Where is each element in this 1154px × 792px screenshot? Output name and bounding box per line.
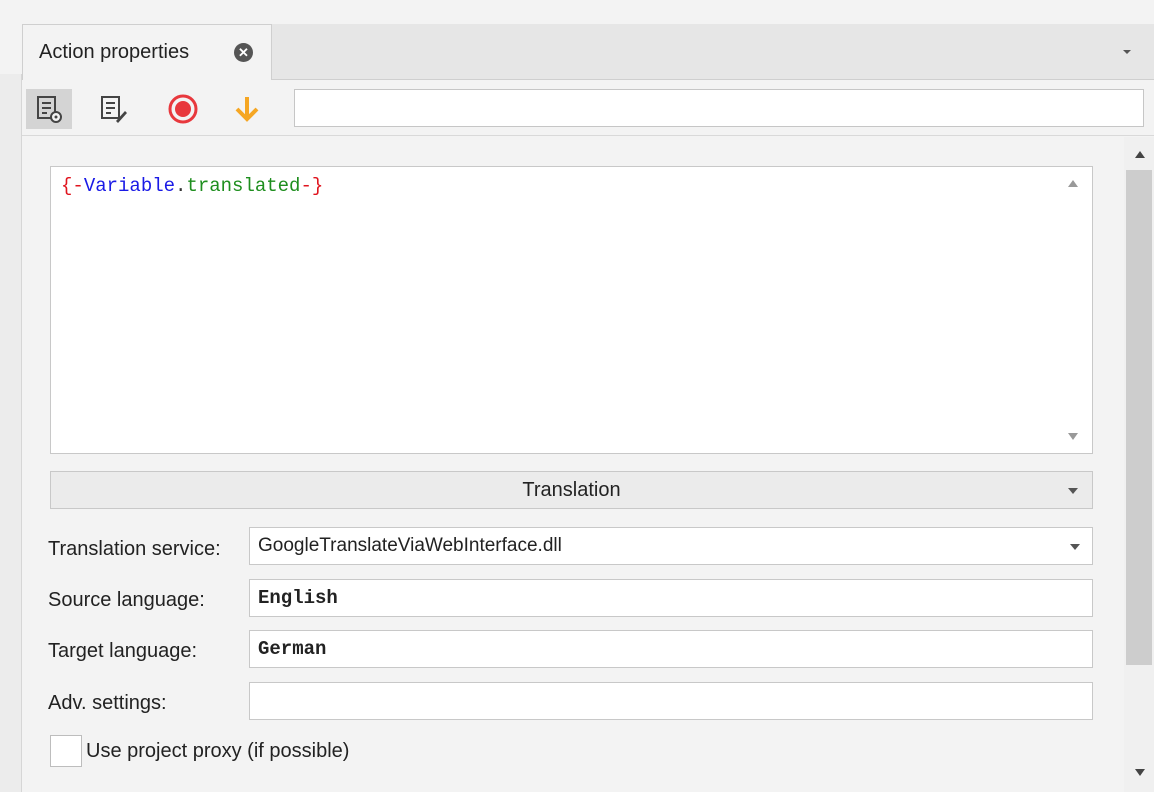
record-button[interactable] [160, 89, 206, 129]
scroll-down-icon[interactable] [1134, 768, 1146, 778]
chevron-down-icon[interactable] [1120, 44, 1134, 58]
target-language-value: German [258, 638, 327, 660]
scroll-up-icon[interactable] [1134, 149, 1146, 159]
adv-settings-label: Adv. settings: [48, 692, 167, 714]
translation-service-value: GoogleTranslateViaWebInterface.dll [258, 535, 562, 556]
properties-button[interactable] [26, 89, 72, 129]
scrollbar-thumb[interactable] [1126, 170, 1152, 665]
source-language-field[interactable]: English [249, 579, 1093, 617]
code-line: {-Variable.translated-} [61, 175, 323, 197]
code-editor[interactable]: {-Variable.translated-} [50, 166, 1093, 454]
tab-action-properties[interactable]: Action properties ✕ [22, 24, 272, 80]
adv-settings-field[interactable] [249, 682, 1093, 720]
translation-service-label: Translation service: [48, 538, 221, 560]
use-project-proxy-label[interactable]: Use project proxy (if possible) [86, 740, 349, 763]
filter-input[interactable] [294, 89, 1144, 127]
properties-content: {-Variable.translated-} Translation Tran… [22, 137, 1124, 792]
chevron-down-icon [1068, 488, 1078, 494]
arrow-down-icon [235, 97, 259, 122]
variable-name: translated [186, 175, 301, 197]
chevron-down-icon [1070, 544, 1080, 550]
vertical-scrollbar[interactable] [1124, 137, 1154, 792]
brace-close: -} [300, 175, 324, 197]
source-language-label: Source language: [48, 589, 205, 611]
target-language-label: Target language: [48, 640, 198, 662]
action-properties-window: Action properties ✕ {-Variable.translate… [0, 0, 1154, 792]
variable-keyword: Variable [83, 175, 176, 197]
record-icon [168, 94, 198, 124]
section-title: Translation [522, 478, 621, 501]
translation-service-dropdown[interactable]: GoogleTranslateViaWebInterface.dll [249, 527, 1093, 565]
target-language-field[interactable]: German [249, 630, 1093, 668]
tab-bar: Action properties ✕ [22, 24, 1154, 80]
edit-list-icon [101, 96, 127, 123]
toolbar [22, 80, 1154, 136]
translation-section-header[interactable]: Translation [50, 471, 1093, 509]
edit-button[interactable] [90, 89, 136, 129]
left-panel-edge [0, 74, 22, 792]
close-icon[interactable]: ✕ [234, 43, 253, 62]
use-project-proxy-checkbox[interactable] [50, 735, 82, 767]
brace-open: {- [61, 175, 84, 197]
source-language-value: English [258, 587, 338, 609]
move-down-button[interactable] [224, 89, 270, 129]
scroll-up-icon[interactable] [1066, 177, 1080, 189]
tab-label: Action properties [39, 41, 190, 63]
properties-gear-icon [37, 96, 62, 123]
scroll-down-icon[interactable] [1066, 431, 1080, 443]
dot-separator: . [175, 175, 187, 197]
